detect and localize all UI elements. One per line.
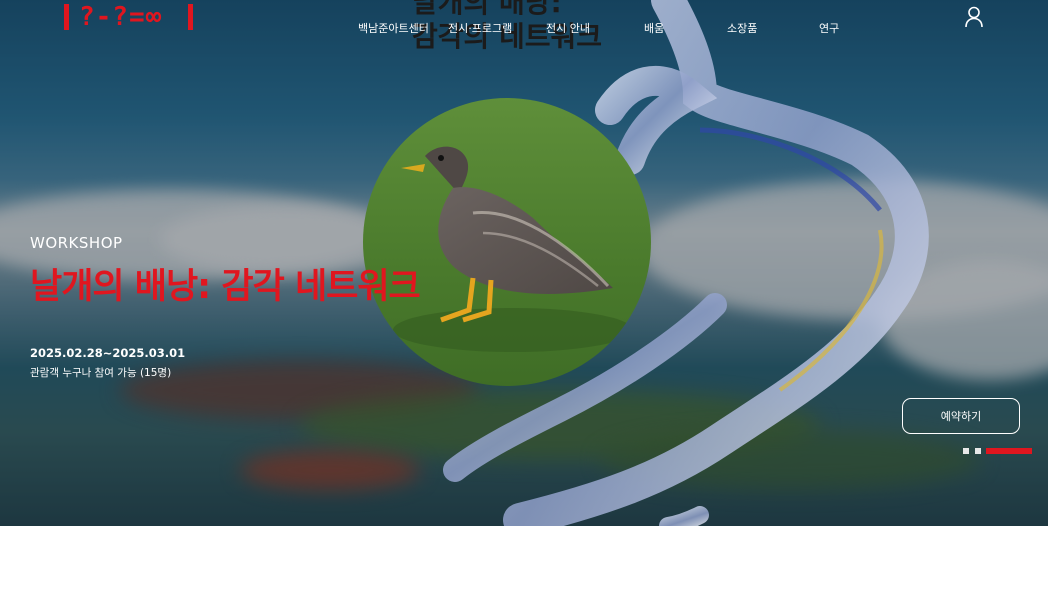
reserve-button[interactable]: 예약하기	[902, 398, 1020, 434]
nav-item-research[interactable]: 연구	[819, 20, 839, 36]
nav-item-center[interactable]: 백남준아트센터	[358, 20, 429, 36]
event-category: WORKSHOP	[30, 234, 123, 252]
event-title[interactable]: 날개의 배낭: 감각 네트워크	[30, 258, 421, 309]
nav-item-exhibition-info[interactable]: 전시 안내	[546, 20, 590, 36]
nav-item-collection[interactable]: 소장품	[727, 20, 757, 36]
slide-dot-1[interactable]	[963, 448, 969, 454]
slide-dot-active[interactable]	[986, 448, 1032, 454]
nav-item-exhibitions-programs[interactable]: 전시·프로그램	[448, 20, 512, 36]
logo-bar-left	[64, 4, 69, 30]
event-dates: 2025.02.28~2025.03.01	[30, 346, 186, 360]
nav-item-learning[interactable]: 배움	[644, 20, 664, 36]
hero-overlay-title-line1: 날개의 배낭:	[412, 0, 562, 19]
bird-photo	[363, 98, 651, 386]
user-icon[interactable]	[964, 6, 984, 28]
site-logo[interactable]: ?-?=∞	[64, 2, 194, 32]
logo-bar-right	[188, 4, 194, 30]
content-area	[0, 526, 1048, 590]
slide-dot-2[interactable]	[975, 448, 981, 454]
event-capacity: 관람객 누구나 참여 가능 (15명)	[30, 367, 172, 379]
logo-text: ?-?=∞	[79, 2, 163, 32]
